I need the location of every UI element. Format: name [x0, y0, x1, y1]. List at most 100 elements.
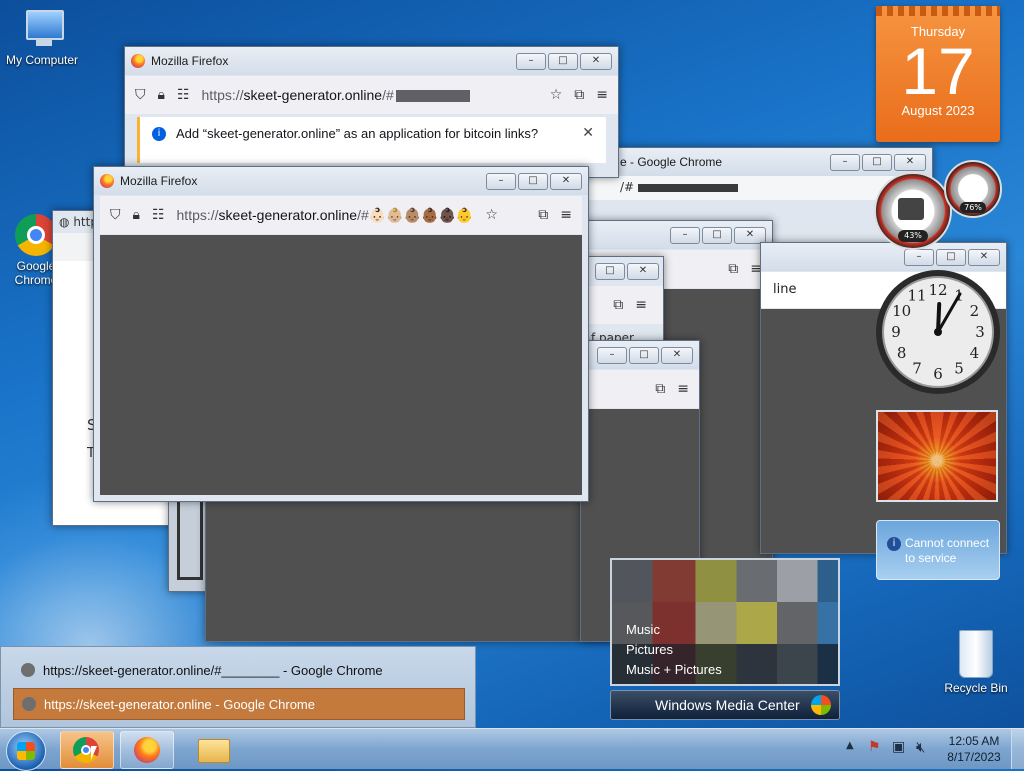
close-button[interactable]: ✕ [661, 347, 693, 364]
memory-dial: 76% [944, 160, 1002, 218]
shield-icon[interactable]: ⛉ [135, 87, 146, 103]
clock-gadget[interactable]: 121234567891011 [874, 268, 1002, 396]
show-desktop-button[interactable] [1011, 729, 1024, 769]
menu-icon[interactable]: ≡ [596, 87, 608, 103]
clock-numeral: 6 [933, 365, 943, 383]
firefox-window-front[interactable]: Mozilla Firefox – □ ✕ ⛉ 🔒︎ ☷ https://skeet… [93, 166, 589, 502]
window-controls[interactable]: – □ ✕ [904, 249, 1000, 266]
menu-icon[interactable]: ≡ [635, 297, 647, 313]
taskbar-explorer-button[interactable] [186, 731, 238, 767]
media-center-launch[interactable]: Windows Media Center [610, 690, 840, 720]
maximize-button[interactable]: □ [595, 263, 625, 280]
toolbar: ⧉ ≡ [583, 286, 663, 324]
slideshow-gadget[interactable] [876, 410, 998, 502]
minimize-button[interactable]: – [486, 173, 516, 190]
folder-icon [198, 739, 230, 763]
globe-icon [22, 697, 36, 711]
tray-date: 8/17/2023 [947, 750, 1001, 764]
minimize-button[interactable]: – [830, 154, 860, 171]
cpu-meter-gadget[interactable]: 43% 76% [872, 160, 1002, 250]
maximize-button[interactable]: □ [548, 53, 578, 70]
show-hidden-icons-chevron-icon[interactable]: ▲ [846, 740, 854, 751]
calendar-gadget[interactable]: Thursday 17 August 2023 [876, 6, 1000, 142]
firefox-icon [131, 54, 145, 68]
permissions-icon[interactable]: ☷ [177, 87, 190, 103]
network-icon[interactable]: ▣ [892, 739, 905, 755]
window-controls[interactable]: □ ✕ [595, 263, 659, 280]
media-item-pictures[interactable]: Pictures [626, 642, 673, 657]
firefox-icon [100, 174, 114, 188]
tray-clock[interactable]: 12:05 AM 8/17/2023 [944, 733, 1004, 765]
maximize-button[interactable]: □ [936, 249, 966, 266]
feed-message: Cannot connect to service [905, 536, 990, 565]
windows-logo-icon [17, 742, 35, 760]
media-item-music-pictures[interactable]: Music + Pictures [626, 662, 722, 677]
feed-headlines-gadget[interactable]: i Cannot connect to service [876, 520, 1000, 580]
window-list-item[interactable]: https://skeet-generator.online/#________… [13, 655, 463, 685]
toolbar: ⛉ 🔒︎ ☷ https://skeet-generator.online/# … [125, 76, 618, 114]
menu-icon[interactable]: ≡ [560, 207, 572, 223]
computer-icon [20, 8, 64, 50]
url-bar[interactable]: https://skeet-generator.online/#👶🏻👶🏼👶🏽👶🏾… [177, 207, 474, 224]
extensions-icon[interactable]: ⧉ [728, 261, 738, 277]
bookmark-star-icon[interactable]: ☆ [550, 87, 563, 103]
extensions-icon[interactable]: ⧉ [655, 381, 665, 397]
notification-bar: i Add “skeet-generator.online” as an app… [137, 117, 606, 163]
permissions-icon[interactable]: ☷ [152, 207, 165, 223]
close-button[interactable]: ✕ [550, 173, 582, 190]
maximize-button[interactable]: □ [702, 227, 732, 244]
firefox-icon [134, 737, 160, 763]
firefox-window-small-a[interactable]: □ ✕ ⧉ ≡ f paper [582, 256, 664, 348]
extensions-icon[interactable]: ⧉ [613, 297, 623, 313]
maximize-button[interactable]: □ [629, 347, 659, 364]
taskbar: ▲ ⚑ ▣ 🔇︎ 12:05 AM 8/17/2023 [0, 728, 1024, 771]
extensions-icon[interactable]: ⧉ [538, 207, 548, 223]
redaction-bar [395, 90, 470, 103]
window-list-item-selected[interactable]: https://skeet-generator.online - Google … [13, 688, 465, 720]
media-center-brand: Windows Media Center [655, 697, 800, 713]
toolbar: ⛉ 🔒︎ ☷ https://skeet-generator.online/#👶… [100, 196, 582, 234]
bookmark-star-icon[interactable]: ☆ [485, 207, 498, 223]
windows-logo-icon [811, 695, 831, 715]
clock-numeral: 3 [975, 323, 985, 341]
notification-close-icon[interactable]: ✕ [582, 125, 594, 141]
shield-icon[interactable]: ⛉ [110, 207, 121, 223]
close-button[interactable]: ✕ [968, 249, 1000, 266]
calendar-day-number: 17 [901, 34, 975, 108]
taskbar-firefox-button[interactable] [120, 731, 174, 769]
desktop-icon-recycle-bin[interactable]: Recycle Bin [934, 630, 1018, 695]
lock-icon: 🔒︎ [157, 87, 165, 103]
close-button[interactable]: ✕ [627, 263, 659, 280]
close-button[interactable]: ✕ [580, 53, 612, 70]
clock-numeral: 5 [954, 359, 964, 377]
window-controls[interactable]: – □ ✕ [597, 347, 693, 364]
lock-icon: 🔒︎ [132, 207, 140, 223]
extensions-icon[interactable]: ⧉ [574, 87, 584, 103]
minimize-button[interactable]: – [904, 249, 934, 266]
firefox-window-back[interactable]: Mozilla Firefox – □ ✕ ⛉ 🔒︎ ☷ https://skeet… [124, 46, 619, 178]
start-button[interactable] [6, 731, 46, 771]
minimize-button[interactable]: – [670, 227, 700, 244]
window-list-label: https://skeet-generator.online/#________… [43, 662, 383, 678]
cpu-dial: 43% [874, 172, 952, 250]
chrome-icon [15, 214, 57, 256]
minimize-button[interactable]: – [597, 347, 627, 364]
action-center-flag-icon[interactable]: ⚑ [868, 739, 881, 755]
window-controls[interactable]: – □ ✕ [516, 53, 612, 70]
taskbar-chrome-button[interactable] [60, 731, 114, 769]
desktop-icon-my-computer[interactable]: My Computer [0, 8, 84, 67]
volume-muted-icon[interactable]: 🔇︎ [916, 738, 925, 756]
memory-percent: 76% [960, 202, 986, 213]
menu-icon[interactable]: ≡ [677, 381, 689, 397]
toolbar: ⧉ ≡ [581, 370, 699, 408]
calendar-month-year: August 2023 [901, 103, 975, 118]
media-center-gadget[interactable]: Music Pictures Music + Pictures Windows … [610, 558, 840, 720]
globe-icon [21, 663, 35, 677]
maximize-button[interactable]: □ [518, 173, 548, 190]
minimize-button[interactable]: – [516, 53, 546, 70]
clock-numeral: 7 [912, 359, 922, 377]
media-item-music[interactable]: Music [626, 622, 660, 637]
window-controls[interactable]: – □ ✕ [486, 173, 582, 190]
url-bar[interactable]: https://skeet-generator.online/# [202, 87, 470, 103]
window-controls[interactable]: – □ ✕ [670, 227, 766, 244]
